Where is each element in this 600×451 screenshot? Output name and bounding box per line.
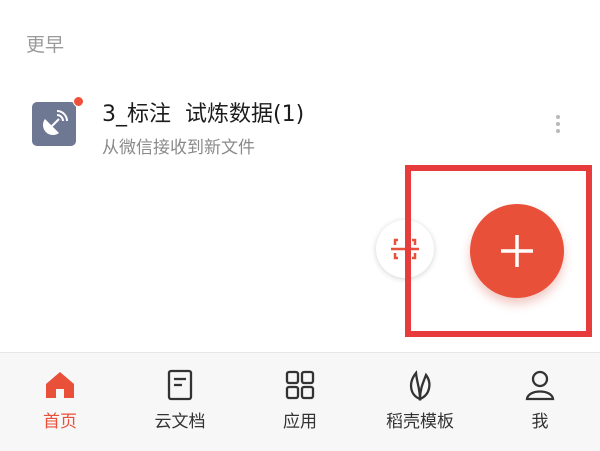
person-icon <box>525 370 555 401</box>
tab-cloud-docs[interactable]: 云文档 <box>120 353 240 451</box>
home-icon <box>46 372 74 398</box>
file-title: 3_标注 试炼数据(1) <box>102 102 305 127</box>
highlight-annotation-box <box>405 165 592 337</box>
tab-cloud-docs-label: 云文档 <box>154 412 206 432</box>
wechat-satellite-icon <box>32 102 76 146</box>
tab-home-label: 首页 <box>43 412 77 432</box>
apps-grid-icon <box>285 370 315 400</box>
tab-apps[interactable]: 应用 <box>240 353 360 451</box>
tab-templates[interactable]: 稻壳模板 <box>360 353 480 451</box>
more-options-icon[interactable] <box>550 112 566 140</box>
tab-templates-label: 稻壳模板 <box>386 412 454 432</box>
section-header-earlier: 更早 <box>26 34 65 56</box>
tab-me-label: 我 <box>531 412 549 432</box>
unread-dot <box>73 96 84 107</box>
cloud-doc-icon <box>167 369 193 401</box>
file-list-item[interactable]: 3_标注 试炼数据(1) 从微信接收到新文件 <box>0 88 600 168</box>
tab-apps-label: 应用 <box>283 412 317 432</box>
tab-me[interactable]: 我 <box>480 353 600 451</box>
tab-home[interactable]: 首页 <box>0 353 120 451</box>
file-subtitle: 从微信接收到新文件 <box>102 138 255 158</box>
bottom-tab-bar: 首页 云文档 应用 稻壳模板 我 <box>0 352 600 451</box>
leaf-icon <box>409 370 431 401</box>
